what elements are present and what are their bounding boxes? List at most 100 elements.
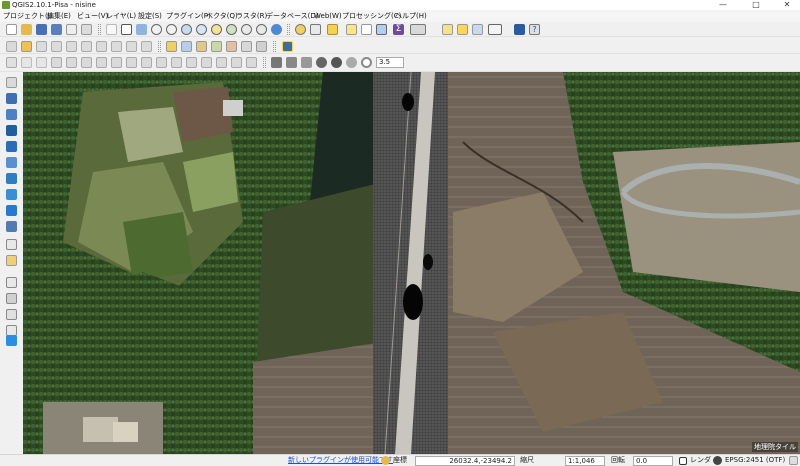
close-button[interactable]: ✕ — [776, 0, 798, 10]
change-label-icon[interactable] — [241, 41, 252, 52]
coordinate-field[interactable]: 26032.4,-23494.2 — [415, 456, 515, 466]
menu-database[interactable]: データベース(D) — [266, 10, 319, 22]
statistical-summary-icon[interactable]: Σ — [393, 24, 404, 35]
copy-features-icon[interactable] — [126, 41, 137, 52]
new-project-icon[interactable] — [6, 24, 17, 35]
menu-view[interactable]: ビュー(V) — [77, 10, 108, 22]
zoom-to-layer-icon[interactable] — [226, 24, 237, 35]
menu-web[interactable]: Web(W) — [314, 10, 342, 22]
whats-this-icon[interactable]: ? — [529, 24, 540, 35]
menu-layer[interactable]: レイヤ(L) — [106, 10, 136, 22]
move-feature-icon[interactable] — [66, 41, 77, 52]
add-gpx-icon[interactable] — [6, 293, 17, 304]
python-console-icon[interactable] — [282, 41, 293, 52]
zoom-actual-size-icon[interactable] — [181, 24, 192, 35]
render-checkbox[interactable] — [679, 457, 687, 465]
maximize-button[interactable]: □ — [745, 0, 767, 10]
paste-features-icon[interactable] — [141, 41, 152, 52]
composer-manager-icon[interactable] — [81, 24, 92, 35]
deselect-features-icon[interactable] — [346, 24, 357, 35]
current-edits-icon[interactable] — [6, 41, 17, 52]
menu-plugins[interactable]: プラグイン(P) — [166, 10, 211, 22]
delete-selected-icon[interactable] — [96, 41, 107, 52]
toolbar-grip[interactable] — [273, 41, 276, 52]
menu-vector[interactable]: ベクタ(Q) — [206, 10, 238, 22]
add-spatialite-layer-icon[interactable] — [6, 125, 17, 136]
reshape-features-icon[interactable] — [156, 57, 167, 68]
rotation-spinbox[interactable]: 0.0 — [633, 456, 673, 466]
menu-settings[interactable]: 設定(S) — [138, 10, 162, 22]
enable-advanced-digitizing-icon[interactable] — [6, 57, 17, 68]
add-wms-layer-icon[interactable] — [6, 173, 17, 184]
toolbar-grip[interactable] — [158, 41, 161, 52]
zoom-level-input[interactable]: 3.5 — [376, 57, 404, 68]
map-tips-icon[interactable] — [442, 24, 453, 35]
menu-project[interactable]: プロジェクト(J) — [3, 10, 53, 22]
pan-hand-icon[interactable] — [121, 24, 132, 35]
merge-selected-icon[interactable] — [216, 57, 227, 68]
add-oracle-layer-icon[interactable] — [6, 157, 17, 168]
toggle-editing-icon[interactable] — [21, 41, 32, 52]
coordinate-toggle-icon[interactable] — [381, 456, 390, 465]
new-print-composer-icon[interactable] — [66, 24, 77, 35]
messages-icon[interactable] — [789, 456, 798, 465]
undo-icon[interactable] — [21, 57, 32, 68]
show-hide-labels-icon[interactable] — [196, 41, 207, 52]
open-project-icon[interactable] — [21, 24, 32, 35]
menu-raster[interactable]: ラスタ(R) — [236, 10, 267, 22]
new-spatialite-icon[interactable] — [6, 255, 17, 266]
zoom-next-icon[interactable] — [256, 24, 267, 35]
add-vector-layer-icon[interactable] — [6, 77, 17, 88]
raster-histogram-icon[interactable] — [271, 57, 282, 68]
redo-icon[interactable] — [36, 57, 47, 68]
save-project-icon[interactable] — [36, 24, 47, 35]
menu-edit[interactable]: 編集(E) — [47, 10, 71, 22]
measure-line-icon[interactable] — [410, 24, 426, 35]
node-tool-icon[interactable] — [81, 41, 92, 52]
crs-status[interactable]: EPSG:2451 (OTF) — [725, 455, 785, 466]
crs-globe-icon[interactable] — [713, 456, 722, 465]
identify-features-icon[interactable] — [295, 24, 306, 35]
add-postgis-layer-icon[interactable] — [6, 109, 17, 120]
scale-combo[interactable]: 1:1,046 — [565, 456, 605, 466]
add-mssql-layer-icon[interactable] — [6, 141, 17, 152]
menu-processing[interactable]: プロセッシング(C) — [342, 10, 401, 22]
map-canvas[interactable]: 地理院タイル — [23, 72, 800, 454]
rotate-label-icon[interactable] — [226, 41, 237, 52]
menu-help[interactable]: ヘルプ(H) — [395, 10, 427, 22]
rotate-point-symbols-icon[interactable] — [246, 57, 257, 68]
decrease-brightness-icon[interactable] — [346, 57, 357, 68]
zoom-in-icon[interactable] — [151, 24, 162, 35]
new-shapefile-icon[interactable] — [6, 239, 17, 250]
add-tile-layer-icon[interactable] — [6, 335, 17, 346]
help-contents-icon[interactable] — [514, 24, 525, 35]
local-histogram-icon[interactable] — [286, 57, 297, 68]
label-tool-icon[interactable] — [166, 41, 177, 52]
cut-features-icon[interactable] — [111, 41, 122, 52]
delete-ring-icon[interactable] — [126, 57, 137, 68]
add-delimited-text-icon[interactable] — [6, 221, 17, 232]
split-parts-icon[interactable] — [201, 57, 212, 68]
plugin-update-link[interactable]: 新しいプラグインが使用可能です — [288, 455, 393, 466]
add-virtual-layer-icon[interactable] — [6, 277, 17, 288]
minimize-button[interactable]: — — [712, 0, 734, 10]
offset-curve-icon[interactable] — [171, 57, 182, 68]
full-extent-stretch-icon[interactable] — [301, 57, 312, 68]
show-bookmarks-icon[interactable] — [472, 24, 483, 35]
run-feature-action-icon[interactable] — [310, 24, 321, 35]
zoom-full-icon[interactable] — [196, 24, 207, 35]
touch-zoom-icon[interactable] — [106, 24, 117, 35]
refresh-icon[interactable] — [271, 24, 282, 35]
toolbar-grip[interactable] — [287, 24, 290, 35]
diagram-options-icon[interactable] — [256, 41, 267, 52]
split-features-icon[interactable] — [186, 57, 197, 68]
select-features-icon[interactable] — [327, 24, 338, 35]
save-layer-edits-icon[interactable] — [36, 41, 47, 52]
local-stretch-icon[interactable] — [316, 57, 327, 68]
open-attribute-table-icon[interactable] — [361, 24, 372, 35]
move-label-icon[interactable] — [211, 41, 222, 52]
rotate-feature-icon[interactable] — [51, 57, 62, 68]
add-delimited-icon[interactable] — [6, 309, 17, 320]
add-part-icon[interactable] — [96, 57, 107, 68]
add-raster-layer-icon[interactable] — [6, 93, 17, 104]
